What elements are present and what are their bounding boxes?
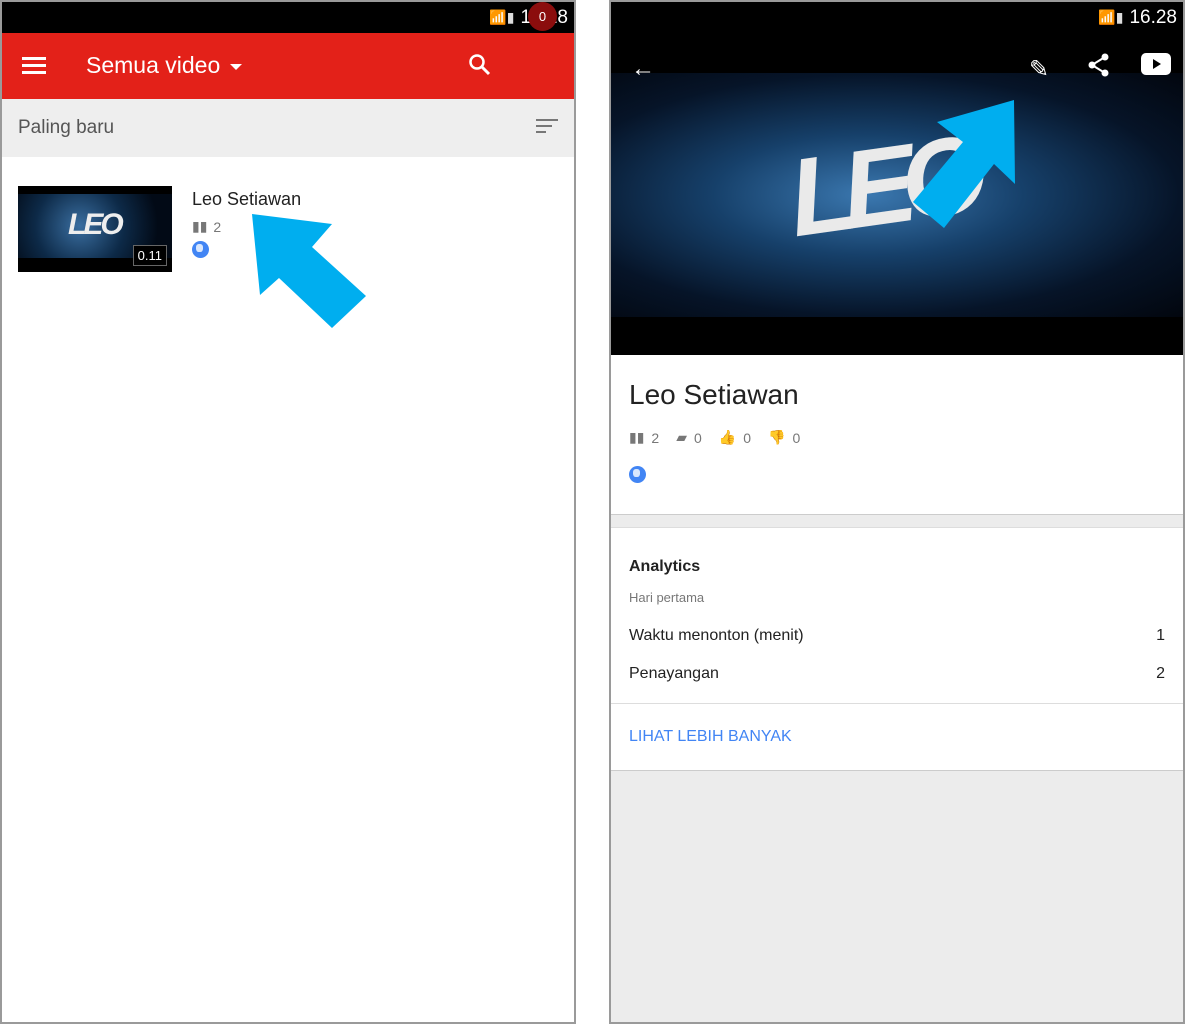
pointer-arrow-graphic [913,100,1015,228]
analytics-period: Hari pertama [629,590,705,605]
views-icon: ▮▮ [629,429,645,445]
right-phone-screen: 📶▮ 16.28 LEO ← ✎ Leo Setiawan ▮▮ 2 ▰ 0 👍 0 … [609,0,1185,1024]
see-more-link[interactable]: LIHAT LEBIH BANYAK [611,703,1183,771]
left-phone-screen: 📶▮ 16.28 Semua video 0 Paling baru LEO 0… [0,0,576,1024]
comments-count: 0 [694,429,702,446]
views-count: 2 [651,429,660,446]
row-label: Penayangan [629,665,719,682]
thumbs-up-icon: 👍 [718,429,737,445]
row-label: Waktu menonton (menit) [629,627,804,644]
row-value: 2 [1156,665,1165,682]
thumbs-down-icon: 👎 [768,429,786,445]
analytics-title: Analytics [629,558,701,575]
row-value: 1 [1156,627,1165,644]
analytics-row: Penayangan 2 [629,665,1165,683]
pointer-arrow-graphic [252,214,366,328]
public-globe-icon [629,466,646,483]
likes-count: 0 [743,429,752,446]
analytics-card: Analytics Hari pertama Waktu menonton (m… [611,527,1183,771]
analytics-row: Waktu menonton (menit) 1 [629,627,1165,645]
comment-icon: ▰ [676,429,687,445]
dislikes-count: 0 [792,429,801,446]
